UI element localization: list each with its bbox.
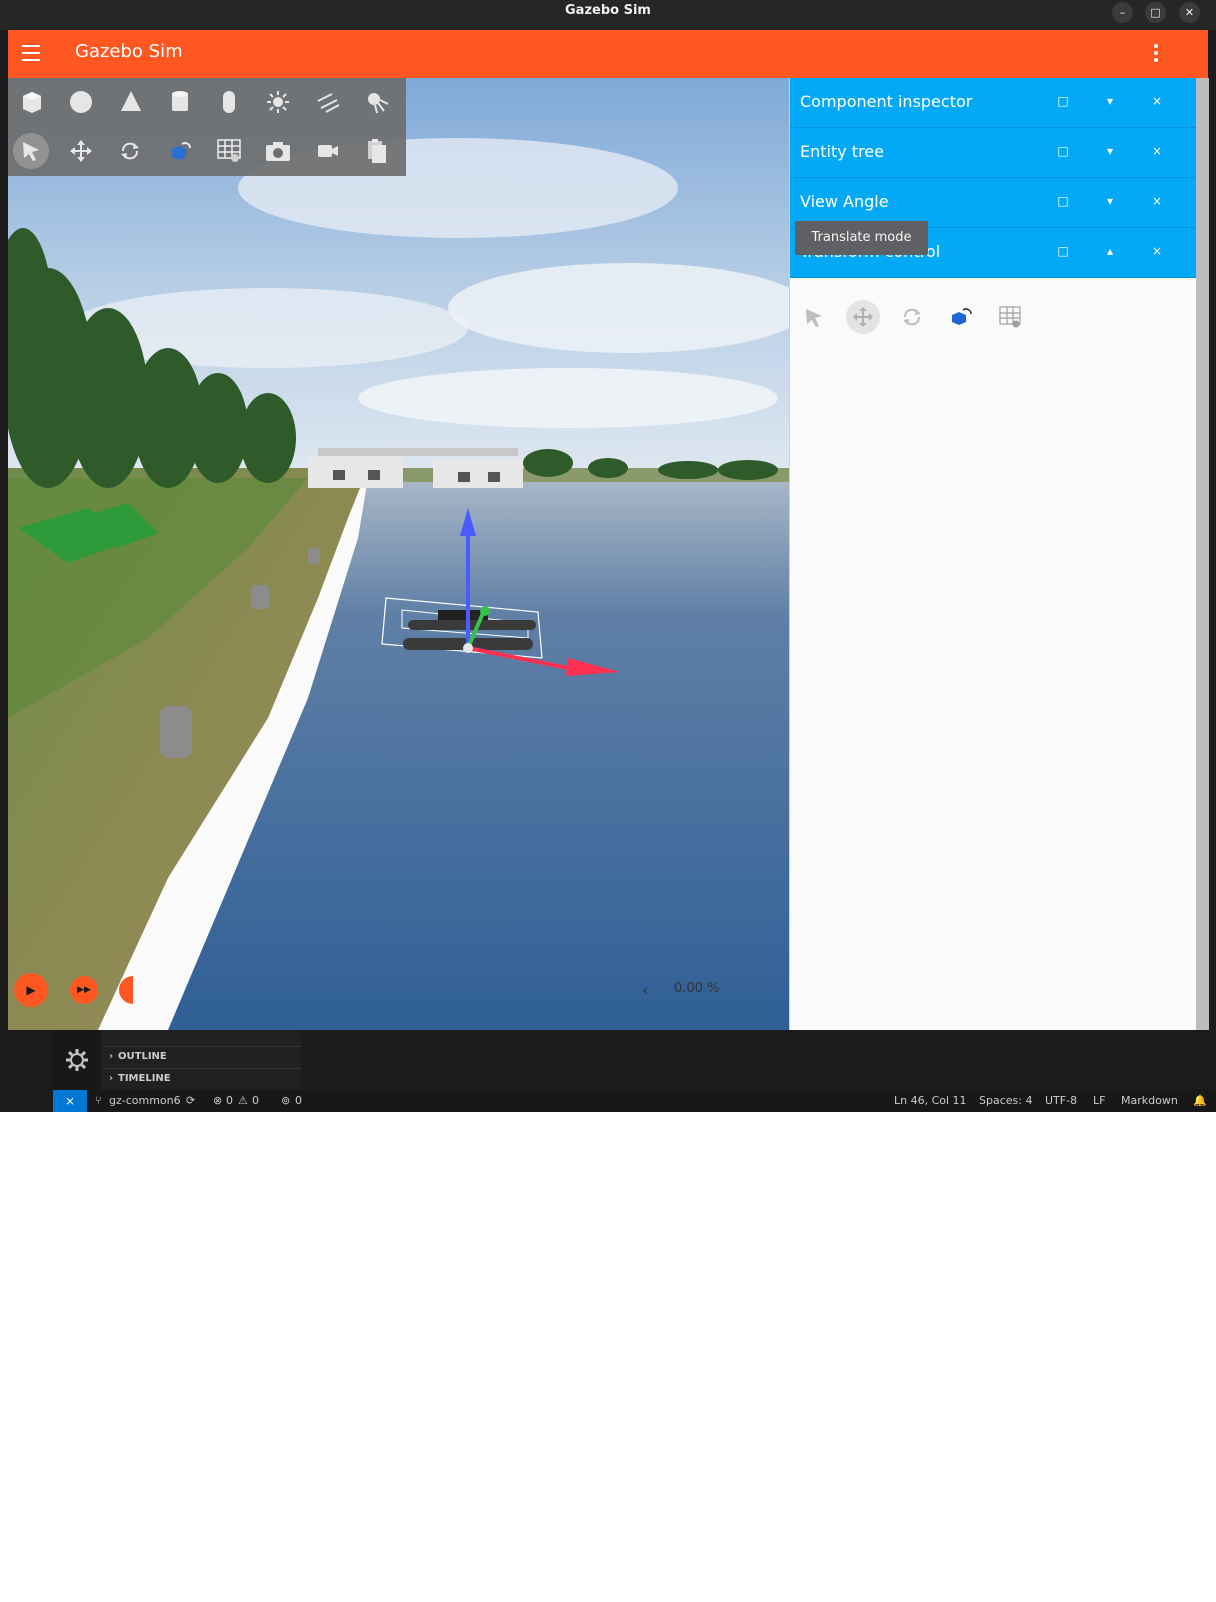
expand-plugin-button[interactable]: □ bbox=[1053, 241, 1073, 261]
shapes-toolbar bbox=[8, 78, 406, 176]
transform-tools bbox=[790, 296, 1196, 340]
real-time-factor: 0.00 % bbox=[674, 981, 720, 996]
video-record-icon[interactable] bbox=[310, 133, 346, 169]
tooltip: Translate mode bbox=[795, 221, 928, 255]
translate-icon[interactable] bbox=[846, 300, 880, 334]
app-title: Gazebo Sim bbox=[75, 41, 183, 62]
outline-section[interactable]: › OUTLINE bbox=[104, 1046, 301, 1067]
warning-icon: ⚠ bbox=[238, 1094, 248, 1107]
paste-icon[interactable] bbox=[359, 133, 395, 169]
branch-label[interactable]: gz-common6 bbox=[109, 1094, 181, 1107]
screenshot-icon[interactable] bbox=[260, 133, 296, 169]
scene-render[interactable] bbox=[8, 78, 789, 1030]
sphere-icon[interactable] bbox=[63, 84, 99, 120]
bell-icon[interactable]: 🔔 bbox=[1193, 1094, 1207, 1107]
plugin-component-inspector[interactable]: Component inspector □ ▾ × bbox=[790, 78, 1196, 128]
expand-up-plugin-button[interactable]: ▴ bbox=[1100, 241, 1120, 261]
close-plugin-button[interactable]: × bbox=[1147, 191, 1167, 211]
more-options-icon[interactable] bbox=[1154, 44, 1158, 65]
section-label: OUTLINE bbox=[118, 1051, 167, 1062]
plugin-title: Entity tree bbox=[800, 142, 884, 161]
app-window: Gazebo Sim – □ ✕ Gazebo Sim ▶ ▶▶ ‹ 0.00 … bbox=[0, 0, 1216, 1112]
stats-collapse-button[interactable]: ‹ bbox=[642, 981, 648, 999]
collapse-plugin-button[interactable]: ▾ bbox=[1100, 141, 1120, 161]
select-icon[interactable] bbox=[797, 300, 831, 334]
grid-icon[interactable] bbox=[211, 133, 247, 169]
collapse-plugin-button[interactable]: ▾ bbox=[1100, 191, 1120, 211]
indentation[interactable]: Spaces: 4 bbox=[979, 1094, 1032, 1107]
close-plugin-button[interactable]: × bbox=[1147, 91, 1167, 111]
branch-icon: ⑂ bbox=[95, 1094, 102, 1107]
cylinder-icon[interactable] bbox=[162, 84, 198, 120]
rotate-icon[interactable] bbox=[112, 133, 148, 169]
plugin-entity-tree[interactable]: Entity tree □ ▾ × bbox=[790, 128, 1196, 178]
spot-light-icon[interactable] bbox=[359, 84, 395, 120]
encoding[interactable]: UTF-8 bbox=[1045, 1094, 1077, 1107]
step-button[interactable]: ▶▶ bbox=[70, 976, 98, 1004]
hamburger-menu-icon[interactable] bbox=[22, 45, 40, 61]
directional-light-icon[interactable] bbox=[310, 84, 346, 120]
language-mode[interactable]: Markdown bbox=[1121, 1094, 1178, 1107]
ports-count[interactable]: 0 bbox=[295, 1094, 302, 1107]
editor-activity-bar bbox=[53, 1030, 101, 1090]
collapse-plugin-button[interactable]: ▾ bbox=[1100, 91, 1120, 111]
close-window-button[interactable]: ✕ bbox=[1179, 2, 1200, 23]
snap-icon[interactable] bbox=[944, 300, 978, 334]
status-bar: ⨯ ⑂ gz-common6 ⟳ ⊗ 0 ⚠ 0 ⊚ 0 Ln 46, Col … bbox=[53, 1090, 1216, 1112]
app-bar: Gazebo Sim bbox=[8, 30, 1208, 78]
window-titlebar: Gazebo Sim – □ ✕ bbox=[0, 0, 1216, 30]
error-count[interactable]: 0 bbox=[226, 1094, 233, 1107]
expand-plugin-button[interactable]: □ bbox=[1053, 91, 1073, 111]
expand-plugin-button[interactable]: □ bbox=[1053, 191, 1073, 211]
section-label: TIMELINE bbox=[118, 1073, 171, 1084]
close-plugin-button[interactable]: × bbox=[1147, 241, 1167, 261]
play-button[interactable]: ▶ bbox=[14, 973, 48, 1007]
panel-scrollbar[interactable] bbox=[1196, 78, 1209, 1030]
expand-plugin-button[interactable]: □ bbox=[1053, 141, 1073, 161]
gear-icon[interactable] bbox=[64, 1047, 90, 1073]
plugin-title: View Angle bbox=[800, 192, 889, 211]
sun-light-icon[interactable] bbox=[260, 84, 296, 120]
minimize-button[interactable]: – bbox=[1112, 2, 1133, 23]
chevron-right-icon: › bbox=[108, 1073, 114, 1084]
warning-count[interactable]: 0 bbox=[252, 1094, 259, 1107]
remote-icon[interactable]: ⨯ bbox=[53, 1090, 87, 1112]
ports-icon: ⊚ bbox=[281, 1094, 291, 1107]
box-icon[interactable] bbox=[14, 84, 50, 120]
view-angle-icon[interactable] bbox=[162, 133, 198, 169]
window-title: Gazebo Sim bbox=[565, 3, 651, 18]
error-icon: ⊗ bbox=[213, 1094, 223, 1107]
grid-icon[interactable] bbox=[993, 300, 1027, 334]
rotate-icon[interactable] bbox=[895, 300, 929, 334]
cursor-position[interactable]: Ln 46, Col 11 bbox=[894, 1094, 967, 1107]
close-plugin-button[interactable]: × bbox=[1147, 141, 1167, 161]
gazebo-app: Gazebo Sim ▶ ▶▶ ‹ 0.00 % Component inspe… bbox=[8, 30, 1209, 1030]
translate-icon[interactable] bbox=[63, 133, 99, 169]
plugin-title: Component inspector bbox=[800, 92, 973, 111]
maximize-button[interactable]: □ bbox=[1145, 2, 1166, 23]
eol[interactable]: LF bbox=[1093, 1094, 1105, 1107]
sync-icon[interactable]: ⟳ bbox=[186, 1094, 195, 1107]
select-icon[interactable] bbox=[13, 133, 49, 169]
chevron-right-icon: › bbox=[108, 1051, 114, 1062]
scene-3d-viewport[interactable]: ▶ ▶▶ bbox=[8, 78, 789, 1030]
capsule-icon[interactable] bbox=[211, 84, 247, 120]
cone-icon[interactable] bbox=[113, 84, 149, 120]
timeline-section[interactable]: › TIMELINE bbox=[104, 1068, 301, 1089]
